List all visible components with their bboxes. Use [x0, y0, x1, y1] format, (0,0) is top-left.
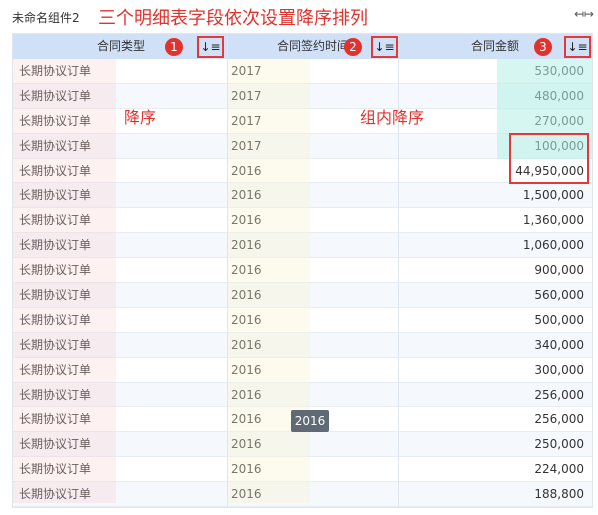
- sort-descending-icon[interactable]: ↓≡: [564, 36, 591, 58]
- table-row[interactable]: 长期协议订单 2016 224,000: [13, 457, 592, 483]
- annotation-box: [509, 133, 589, 184]
- column-header-sign-date[interactable]: 合同签约时间: [277, 34, 349, 59]
- cell-sign-date: 2016: [231, 238, 262, 253]
- cell-contract-type: 长期协议订单: [19, 312, 92, 327]
- cell-amount: 900,000: [534, 263, 584, 278]
- cell-sign-date: 2016: [231, 213, 262, 228]
- widget-title: 未命名组件2: [12, 11, 80, 25]
- cell-amount: 188,800: [534, 487, 584, 502]
- tooltip: 2016: [291, 410, 329, 432]
- table-row[interactable]: 长期协议订单 2017 530,000: [13, 59, 592, 84]
- table-row[interactable]: 长期协议订单 2016 340,000: [13, 332, 592, 358]
- table-row[interactable]: 长期协议订单 2016 1,060,000: [13, 233, 592, 259]
- cell-sign-date: 2016: [231, 437, 262, 452]
- column-header-amount[interactable]: 合同金额: [471, 34, 519, 59]
- cell-sign-date: 2017: [231, 113, 262, 128]
- cell-sign-date: 2016: [231, 312, 262, 327]
- cell-sign-date: 2016: [231, 462, 262, 477]
- cell-contract-type: 长期协议订单: [19, 64, 92, 78]
- cell-amount: 256,000: [534, 412, 584, 427]
- detail-table: 合同类型 1 ↓≡ 合同签约时间 2 ↓≡ 合同金额 3 ↓≡ 长期协议订单 20…: [12, 33, 593, 508]
- table-row[interactable]: 长期协议订单 2016 500,000: [13, 308, 592, 333]
- cell-contract-type: 长期协议订单: [19, 337, 92, 352]
- annotation-badge-1: 1: [165, 38, 183, 56]
- cell-amount: 224,000: [534, 462, 584, 477]
- cell-sign-date: 2016: [231, 337, 262, 352]
- cell-amount: 500,000: [534, 312, 584, 327]
- cell-sign-date: 2017: [231, 138, 262, 153]
- cell-amount: 256,000: [534, 387, 584, 402]
- table-row[interactable]: 长期协议订单 2017 270,000: [13, 109, 592, 134]
- cell-contract-type: 长期协议订单: [19, 362, 92, 377]
- cell-amount: 1,360,000: [522, 213, 584, 228]
- table-header: 合同类型 1 ↓≡ 合同签约时间 2 ↓≡ 合同金额 3 ↓≡: [13, 34, 592, 59]
- cell-amount: 300,000: [534, 362, 584, 377]
- annotation-title: 三个明细表字段依次设置降序排列: [98, 8, 368, 29]
- sort-descending-icon[interactable]: ↓≡: [371, 36, 398, 58]
- cell-sign-date: 2016: [231, 188, 262, 203]
- cell-contract-type: 长期协议订单: [19, 188, 92, 203]
- annotation-descending: 降序: [124, 108, 157, 127]
- expand-horizontal-icon[interactable]: ↤↦: [574, 7, 594, 21]
- cell-sign-date: 2016: [231, 487, 262, 502]
- table-row[interactable]: 长期协议订单 2016 560,000: [13, 283, 592, 308]
- cell-amount: 270,000: [534, 113, 584, 128]
- cell-sign-date: 2016: [231, 163, 262, 178]
- cell-contract-type: 长期协议订单: [19, 213, 92, 228]
- cell-amount: 530,000: [534, 64, 584, 78]
- table-row[interactable]: 长期协议订单 2017 480,000: [13, 83, 592, 109]
- widget-header: 未命名组件2 三个明细表字段依次设置降序排列 ↤↦: [0, 0, 598, 32]
- cell-amount: 560,000: [534, 288, 584, 303]
- table-row[interactable]: 长期协议订单 2016 250,000: [13, 432, 592, 458]
- column-header-contract-type[interactable]: 合同类型: [97, 34, 145, 59]
- annotation-badge-2: 2: [344, 38, 362, 56]
- table-row[interactable]: 长期协议订单 2017 100,000: [13, 133, 592, 159]
- table-row[interactable]: 长期协议订单 2016 44,950,000: [13, 159, 592, 184]
- cell-sign-date: 2016: [231, 288, 262, 303]
- cell-contract-type: 长期协议订单: [19, 462, 92, 477]
- cell-sign-date: 2016: [231, 362, 262, 377]
- cell-contract-type: 长期协议订单: [19, 412, 92, 427]
- cell-sign-date: 2017: [231, 64, 262, 78]
- cell-sign-date: 2017: [231, 88, 262, 103]
- cell-contract-type: 长期协议订单: [19, 238, 92, 253]
- cell-amount: 1,060,000: [522, 238, 584, 253]
- cell-amount: 250,000: [534, 437, 584, 452]
- table-row[interactable]: 长期协议订单 2016 188,800: [13, 482, 592, 507]
- annotation-group-descending: 组内降序: [360, 108, 425, 127]
- sort-descending-icon[interactable]: ↓≡: [197, 36, 224, 58]
- cell-contract-type: 长期协议订单: [19, 88, 92, 103]
- cell-amount: 340,000: [534, 337, 584, 352]
- cell-contract-type: 长期协议订单: [19, 487, 92, 502]
- cell-contract-type: 长期协议订单: [19, 387, 92, 402]
- cell-contract-type: 长期协议订单: [19, 437, 92, 452]
- table-body: 长期协议订单 2017 530,000 长期协议订单 2017 480,000 长期协议订单…: [13, 59, 592, 507]
- cell-contract-type: 长期协议订单: [19, 163, 92, 178]
- cell-amount: 480,000: [534, 88, 584, 103]
- table-row[interactable]: 长期协议订单 2016 1,360,000: [13, 208, 592, 234]
- column-divider: [227, 34, 228, 507]
- cell-sign-date: 2016: [231, 263, 262, 278]
- cell-sign-date: 2016: [231, 387, 262, 402]
- table-row[interactable]: 长期协议订单 2016 256,000: [13, 382, 592, 408]
- cell-amount: 1,500,000: [522, 188, 584, 203]
- table-row[interactable]: 长期协议订单 2016 1,500,000: [13, 183, 592, 209]
- cell-contract-type: 长期协议订单: [19, 113, 92, 128]
- table-row[interactable]: 长期协议订单 2016 300,000: [13, 358, 592, 383]
- cell-contract-type: 长期协议订单: [19, 288, 92, 303]
- cell-contract-type: 长期协议订单: [19, 263, 92, 278]
- table-row[interactable]: 长期协议订单 2016 900,000: [13, 258, 592, 284]
- annotation-badge-3: 3: [534, 38, 552, 56]
- cell-contract-type: 长期协议订单: [19, 138, 92, 153]
- cell-sign-date: 2016: [231, 412, 262, 427]
